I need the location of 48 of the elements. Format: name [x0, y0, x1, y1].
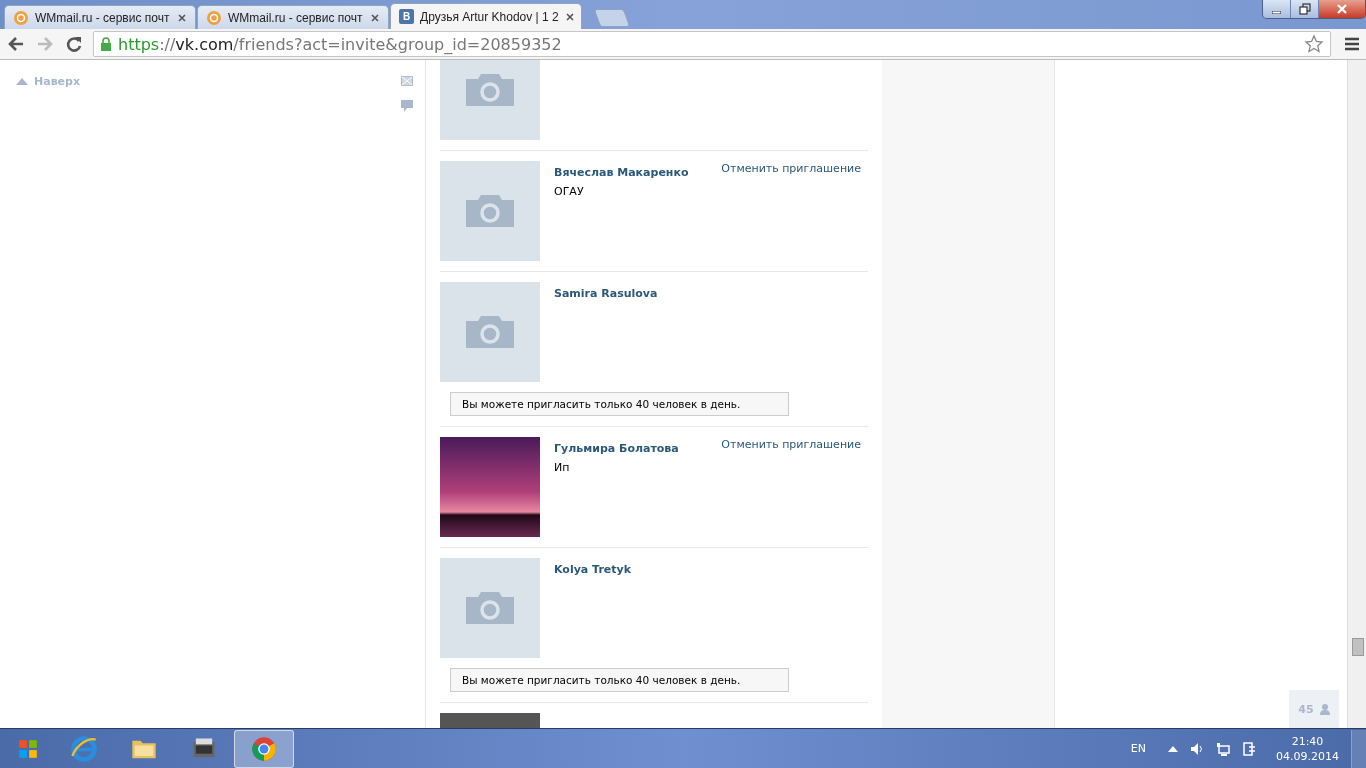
site-logo-icon: В: [399, 9, 414, 24]
round-logo-icon: [250, 734, 278, 763]
close-button[interactable]: [1319, 0, 1365, 18]
close-icon[interactable]: [370, 12, 380, 23]
windows-logo-icon: [17, 737, 39, 760]
person-icon: [1319, 703, 1330, 715]
network-icon[interactable]: [1216, 741, 1230, 756]
photo-placeholder[interactable]: [440, 437, 540, 537]
camera-icon: [464, 315, 516, 349]
reload-icon[interactable]: [64, 34, 84, 54]
new-tab-button[interactable]: [593, 9, 631, 27]
close-icon[interactable]: [177, 12, 187, 23]
camera-icon: [464, 194, 516, 228]
restore-button[interactable]: [1291, 0, 1319, 18]
cancel-invite-link[interactable]: Отменить приглашение: [721, 437, 868, 537]
invite-limit-notice: Вы можете пригласить только 40 человек в день.: [450, 392, 789, 416]
user-name-link[interactable]: Гульмира Болатова: [554, 442, 708, 455]
menu-icon[interactable]: [1344, 36, 1360, 52]
user-subtitle: ОГАУ: [554, 185, 585, 198]
browser-tab[interactable]: WMmail.ru - сервис почт: [4, 5, 196, 29]
user-name-link[interactable]: Kolya Tretyk: [554, 563, 868, 576]
cancel-invite-link[interactable]: Отменить приглашение: [721, 161, 868, 261]
invite-limit-notice: Вы можете пригласить только 40 человек в день.: [450, 668, 789, 692]
caret-icon[interactable]: [1168, 745, 1178, 752]
speech-bubble-icon[interactable]: [401, 100, 413, 112]
browser-tab[interactable]: WMmail.ru - сервис почт: [197, 5, 389, 29]
minimize-icon: [1272, 10, 1281, 14]
scrollbar[interactable]: [1347, 60, 1366, 728]
speaker-icon[interactable]: [1190, 741, 1204, 756]
triangle-up-icon[interactable]: [16, 77, 28, 85]
camera-icon: [464, 73, 516, 107]
browser-tab[interactable]: В Друзья Artur Khodov | 1 2: [390, 3, 582, 29]
show-desktop-button[interactable]: [1351, 729, 1366, 768]
close-icon: [1336, 3, 1348, 15]
user-name-link[interactable]: Samira Rasulova: [554, 287, 868, 300]
clock[interactable]: 21:40 04.09.2014: [1276, 734, 1339, 763]
user-subtitle: Ип: [554, 461, 571, 474]
language-indicator[interactable]: EN: [1130, 742, 1146, 755]
camera-icon: [464, 591, 516, 625]
power-plug-icon[interactable]: [1242, 741, 1256, 756]
user-name-link[interactable]: Вячеслав Макаренко: [554, 166, 708, 179]
address-field[interactable]: https://vk.com/friends?act=invite&group_id=20859352: [93, 31, 1331, 57]
online-count: 45: [1298, 702, 1314, 716]
lock-icon: [100, 37, 112, 51]
star-icon[interactable]: [1304, 34, 1324, 54]
browser-e-icon: [70, 734, 98, 763]
close-icon[interactable]: [564, 11, 575, 22]
restore-icon: [1298, 3, 1311, 15]
